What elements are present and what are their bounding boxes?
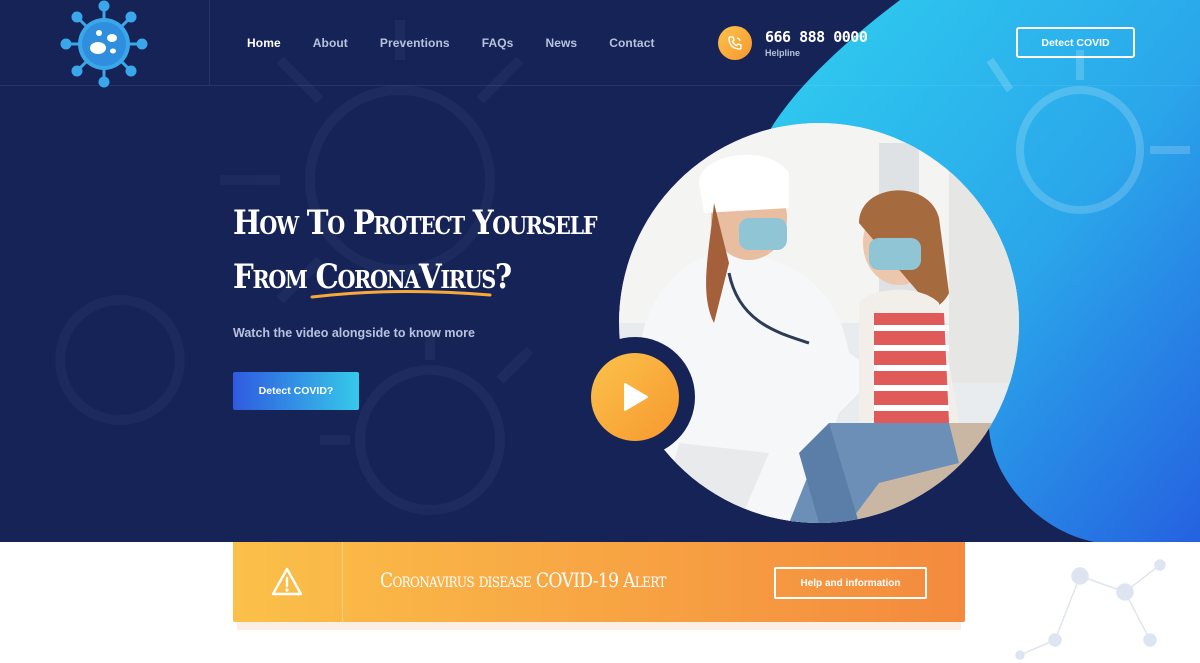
molecule-decoration [1015,559,1166,660]
warning-icon [271,567,303,596]
phone-icon[interactable] [718,26,752,60]
alert-title: Coronavirus disease COVID-19 Alert [380,568,666,592]
play-icon [624,383,648,411]
nav-about[interactable]: About [313,36,348,50]
main-nav: Home About Preventions FAQs News Contact [247,36,687,50]
nav-news[interactable]: News [545,36,577,50]
headline-line-1: How To Protect Yourself [233,203,597,243]
helpline-label: Helpline [765,48,801,58]
alert-icon-box [233,542,343,622]
covid-alert-banner: Coronavirus disease COVID-19 Alert Help … [233,542,965,622]
hero-background [55,0,1200,542]
header-divider [0,85,1200,86]
hero-photo [619,123,1019,523]
nav-faqs[interactable]: FAQs [482,36,514,50]
nav-home[interactable]: Home [247,36,281,50]
virus-logo-icon[interactable] [58,0,150,88]
headline-underline [310,289,492,299]
detect-covid-hero-button[interactable]: Detect COVID? [233,372,359,410]
nav-preventions[interactable]: Preventions [380,36,450,50]
hero-section: Home About Preventions FAQs News Contact… [0,0,1200,542]
helpline-number[interactable]: 666 888 0000 [765,28,868,46]
logo-divider [209,0,210,85]
hero-subtitle: Watch the video alongside to know more [233,326,475,340]
help-information-button[interactable]: Help and information [774,567,927,599]
nav-contact[interactable]: Contact [609,36,654,50]
play-video-button[interactable] [591,353,679,441]
detect-covid-header-button[interactable]: Detect COVID [1016,27,1135,58]
